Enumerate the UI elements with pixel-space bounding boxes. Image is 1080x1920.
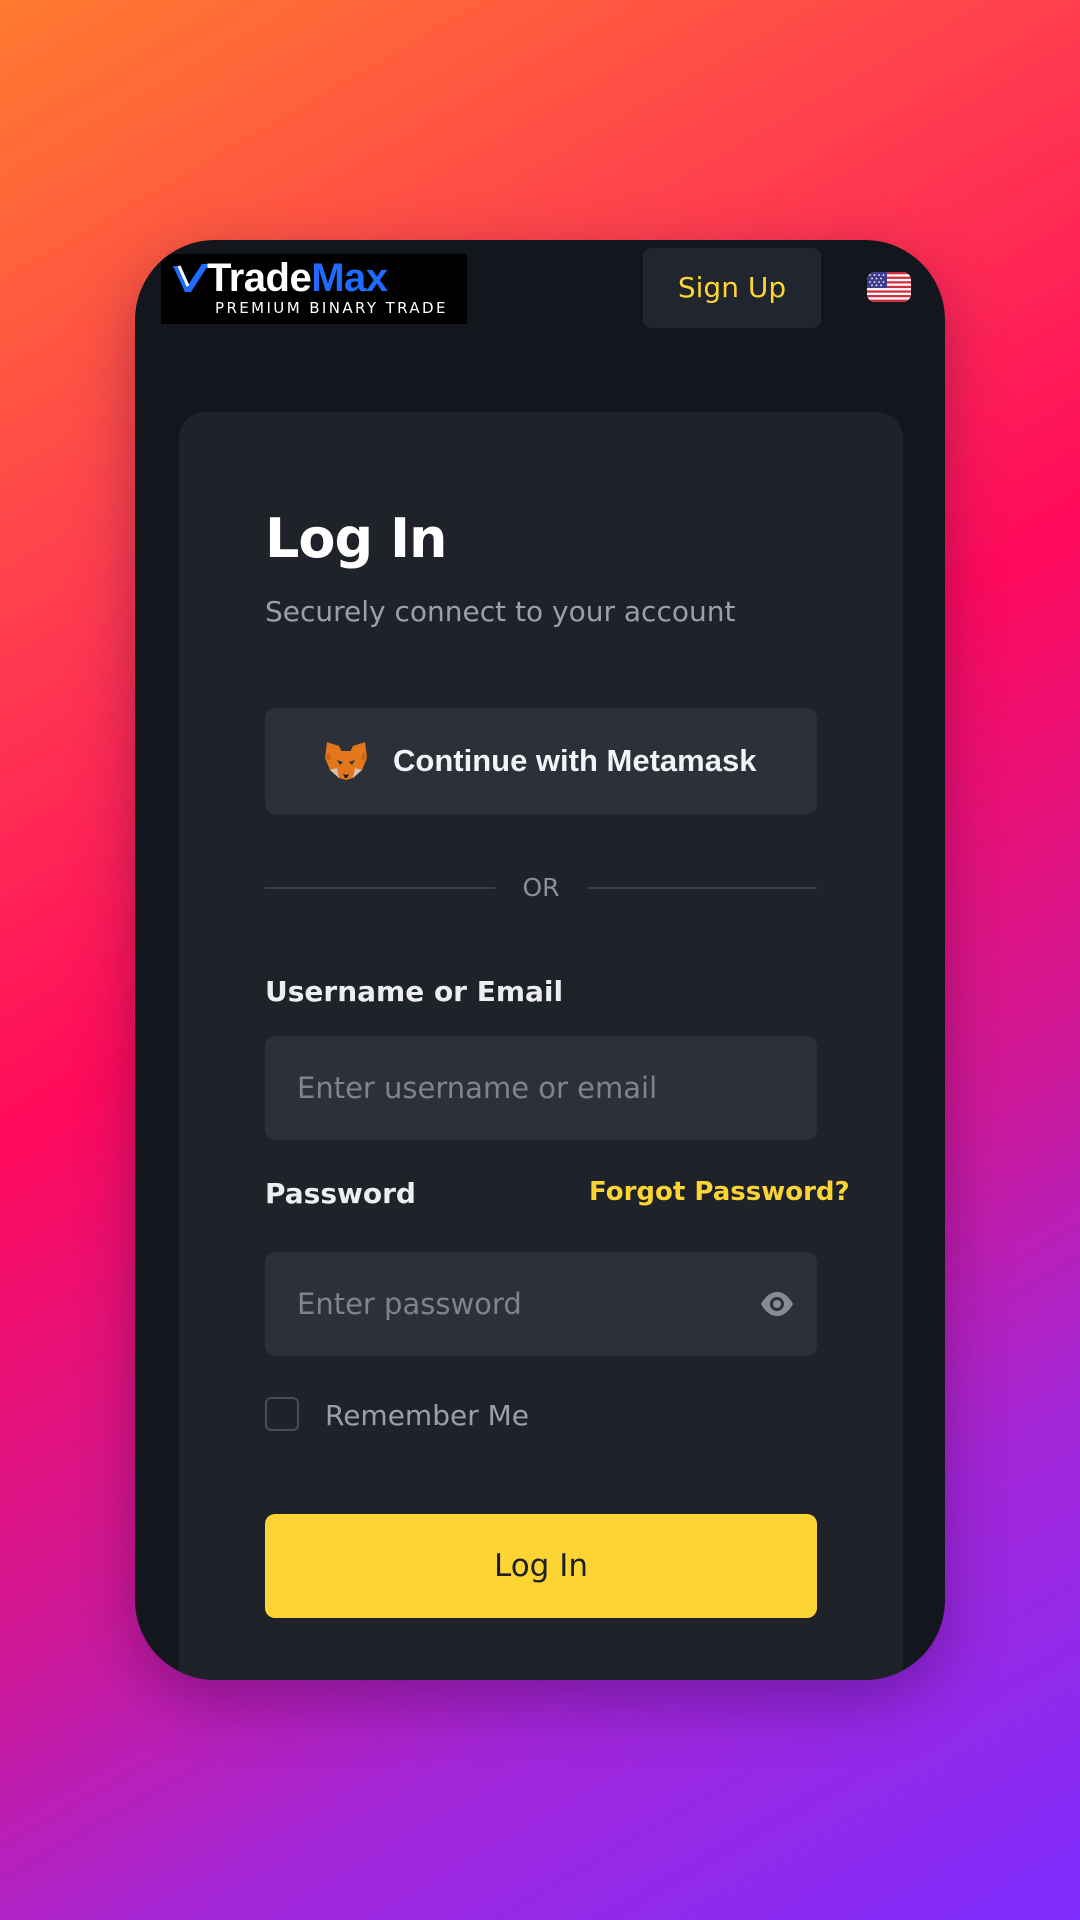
top-bar: TradeMax PREMIUM BINARY TRADE Sign Up: [135, 240, 945, 360]
username-label: Username or Email: [265, 975, 564, 1008]
password-input[interactable]: [265, 1252, 817, 1356]
remember-me-checkbox[interactable]: [265, 1397, 299, 1431]
logo-name-part1: Trade: [207, 256, 312, 300]
log-in-button[interactable]: Log In: [265, 1514, 817, 1618]
eye-icon[interactable]: [759, 1286, 795, 1322]
divider-text: OR: [522, 873, 560, 902]
login-card: Log In Securely connect to your account …: [179, 412, 903, 1680]
trademax-logo[interactable]: TradeMax PREMIUM BINARY TRADE: [161, 254, 467, 324]
us-flag-icon[interactable]: [867, 272, 911, 302]
logo-name-part2: Max: [311, 256, 388, 300]
metamask-fox-icon: [325, 742, 367, 780]
page-title: Log In: [265, 507, 447, 570]
logo-wordmark: TradeMax: [207, 256, 388, 300]
page-subtitle: Securely connect to your account: [265, 595, 736, 628]
metamask-button-label: Continue with Metamask: [393, 743, 757, 778]
remember-me-label[interactable]: Remember Me: [325, 1396, 529, 1436]
app-window: TradeMax PREMIUM BINARY TRADE Sign Up Lo…: [135, 240, 945, 1680]
username-input[interactable]: [265, 1036, 817, 1140]
logo-check-icon: [173, 264, 209, 292]
logo-tagline: PREMIUM BINARY TRADE: [215, 299, 448, 317]
password-label: Password: [265, 1177, 416, 1210]
forgot-password-link[interactable]: Forgot Password?: [589, 1172, 850, 1212]
sign-up-button[interactable]: Sign Up: [643, 248, 821, 328]
divider-line-left: [265, 887, 495, 889]
divider-line-right: [587, 887, 817, 889]
metamask-button[interactable]: Continue with Metamask: [265, 708, 817, 814]
